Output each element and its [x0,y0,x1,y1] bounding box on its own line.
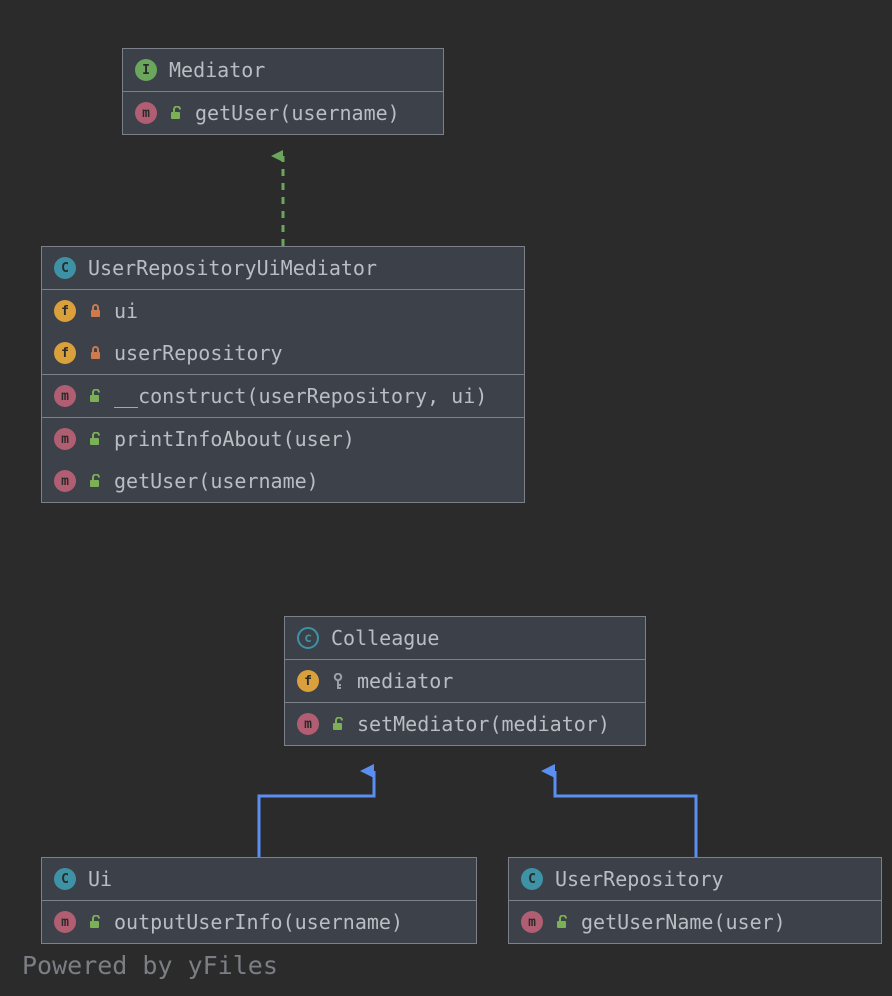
method-icon: m [135,102,157,124]
private-icon [88,304,102,318]
method-row: m setMediator(mediator) [285,703,645,745]
class-header: C UserRepositoryUiMediator [42,247,524,290]
method-icon: m [297,713,319,735]
method-signature: outputUserInfo(username) [114,910,403,934]
class-header: C Ui [42,858,476,901]
method-icon: m [521,911,543,933]
method-signature: __construct(userRepository, ui) [114,384,487,408]
class-box-mediator[interactable]: I Mediator m getUser(username) [122,48,444,135]
abstract-class-icon: c [297,627,319,649]
footer-credit: Powered by yFiles [22,951,278,980]
method-signature: getUser(username) [195,101,400,125]
method-signature: setMediator(mediator) [357,712,610,736]
method-row: m __construct(userRepository, ui) [42,375,524,417]
class-box-ui[interactable]: C Ui m outputUserInfo(username) [41,857,477,944]
class-box-colleague[interactable]: c Colleague f mediator m setMediator(med… [284,616,646,746]
class-header: I Mediator [123,49,443,92]
class-icon: C [54,868,76,890]
class-name: Ui [88,867,112,891]
class-header: c Colleague [285,617,645,660]
class-name: Colleague [331,626,439,650]
class-header: C UserRepository [509,858,881,901]
field-name: ui [114,299,138,323]
class-icon: C [521,868,543,890]
method-row: m outputUserInfo(username) [42,901,476,943]
method-signature: getUser(username) [114,469,319,493]
method-row: m getUserName(user) [509,901,881,943]
public-icon [331,717,345,731]
private-icon [88,346,102,360]
class-box-urum[interactable]: C UserRepositoryUiMediator f ui f userRe… [41,246,525,503]
public-icon [169,106,183,120]
method-icon: m [54,911,76,933]
field-name: mediator [357,669,453,693]
public-icon [88,915,102,929]
method-row: m printInfoAbout(user) [42,418,524,460]
field-row: f mediator [285,660,645,702]
class-box-user-repository[interactable]: C UserRepository m getUserName(user) [508,857,882,944]
diagram-canvas: I Mediator m getUser(username) C UserRep… [0,0,892,996]
method-row: m getUser(username) [123,92,443,134]
field-row: f userRepository [42,332,524,374]
method-icon: m [54,470,76,492]
protected-icon [331,674,345,688]
public-icon [555,915,569,929]
public-icon [88,474,102,488]
public-icon [88,389,102,403]
field-icon: f [54,300,76,322]
field-icon: f [54,342,76,364]
field-name: userRepository [114,341,283,365]
method-icon: m [54,385,76,407]
method-signature: printInfoAbout(user) [114,427,355,451]
field-row: f ui [42,290,524,332]
method-signature: getUserName(user) [581,910,786,934]
field-icon: f [297,670,319,692]
method-icon: m [54,428,76,450]
public-icon [88,432,102,446]
class-icon: C [54,257,76,279]
interface-icon: I [135,59,157,81]
class-name: UserRepository [555,867,724,891]
method-row: m getUser(username) [42,460,524,502]
class-name: Mediator [169,58,265,82]
class-name: UserRepositoryUiMediator [88,256,377,280]
